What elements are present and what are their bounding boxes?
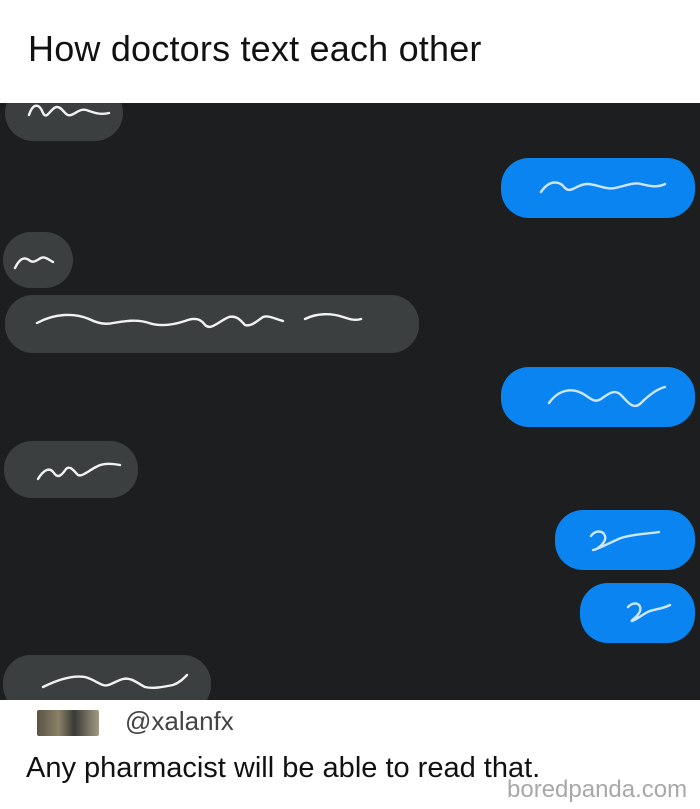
- received-message-bubble: [5, 295, 419, 353]
- watermark: boredpanda.com: [507, 776, 688, 803]
- sent-message-bubble: [555, 510, 695, 570]
- tweet-reply: @xalanfx Any pharmacist will be able to …: [0, 700, 700, 809]
- sent-message-bubble: [501, 158, 695, 218]
- scribble-icon: [626, 602, 672, 623]
- scribble-icon: [547, 385, 667, 408]
- chat-screenshot: [0, 103, 700, 700]
- received-message-bubble: [4, 441, 138, 498]
- sent-message-bubble: [501, 367, 695, 427]
- received-message-bubble: [3, 232, 73, 288]
- scribble-icon: [36, 462, 122, 481]
- scribble-icon: [589, 530, 661, 552]
- sent-message-bubble: [580, 583, 695, 643]
- received-message-bubble: [5, 103, 123, 141]
- scribble-icon: [41, 673, 189, 690]
- twitter-handle[interactable]: @xalanfx: [125, 706, 234, 737]
- meme-title: How doctors text each other: [28, 28, 482, 69]
- scribble-icon: [35, 313, 363, 329]
- received-message-bubble: [3, 655, 211, 700]
- user-avatar[interactable]: [37, 710, 99, 736]
- tweet-text: Any pharmacist will be able to read that…: [26, 752, 541, 784]
- scribble-icon: [539, 181, 667, 194]
- scribble-icon: [13, 256, 55, 270]
- scribble-icon: [27, 104, 111, 117]
